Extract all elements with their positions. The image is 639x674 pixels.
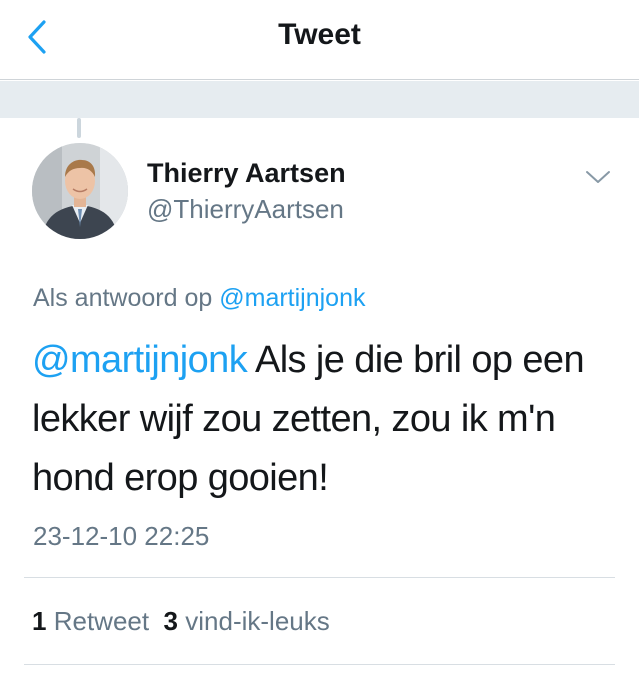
avatar[interactable] — [32, 143, 128, 239]
tweet-text: @martijnjonk Als je die bril op een lekk… — [32, 331, 622, 508]
engagement-stats: 1 Retweet 3 vind-ik-leuks — [32, 606, 330, 637]
divider — [24, 664, 615, 665]
chevron-down-icon — [586, 171, 610, 183]
like-label: vind-ik-leuks — [185, 606, 330, 636]
retweet-stat[interactable]: 1 Retweet — [32, 606, 149, 636]
tweet-options-button[interactable] — [583, 166, 613, 188]
author-handle[interactable]: @ThierryAartsen — [147, 194, 344, 225]
profile-photo — [32, 143, 128, 239]
reply-context: Als antwoord op @martijnjonk — [33, 284, 366, 313]
retweet-label: Retweet — [53, 606, 150, 636]
tweet-mention-link[interactable]: @martijnjonk — [32, 339, 248, 381]
thread-gap — [0, 81, 639, 118]
thread-connector-line — [77, 118, 81, 138]
divider — [24, 577, 615, 578]
reply-to-mention-link[interactable]: @martijnjonk — [219, 284, 365, 312]
like-count: 3 — [163, 606, 179, 636]
author-name[interactable]: Thierry Aartsen — [147, 158, 346, 189]
reply-prefix: Als antwoord op — [33, 284, 213, 312]
page-title: Tweet — [278, 18, 361, 51]
tweet-timestamp: 23-12-10 22:25 — [33, 521, 210, 551]
like-stat[interactable]: 3 vind-ik-leuks — [164, 606, 330, 636]
retweet-count: 1 — [32, 606, 47, 636]
navigation-bar: Tweet — [0, 0, 639, 80]
